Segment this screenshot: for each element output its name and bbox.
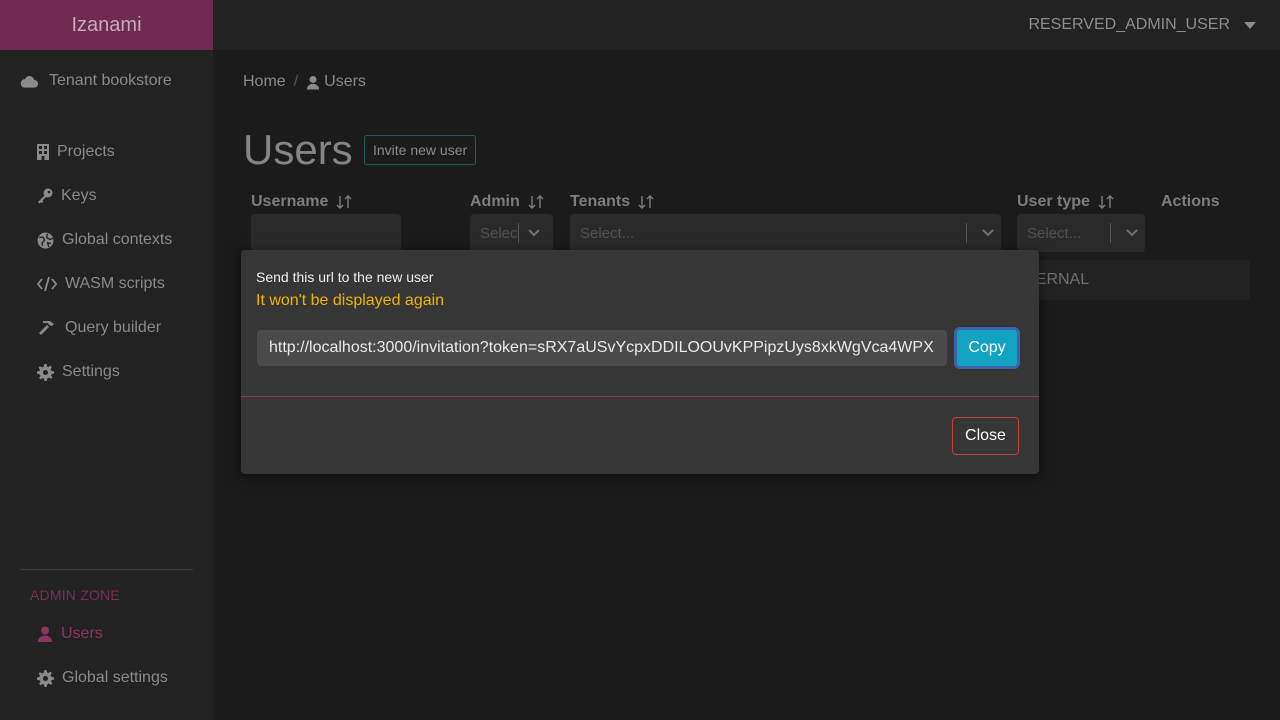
hammer-icon [39, 320, 54, 335]
sort-icon [1098, 195, 1114, 209]
sort-icon [638, 195, 654, 209]
chevron-down-icon[interactable] [975, 229, 1001, 237]
chevron-down-icon[interactable] [1119, 229, 1145, 237]
user-icon [307, 75, 320, 89]
breadcrumb-home[interactable]: Home [243, 73, 286, 91]
sidebar-item-users[interactable]: Users [37, 612, 168, 656]
sidebar-item-label: Global contexts [62, 231, 173, 248]
chevron-down-icon[interactable] [521, 229, 547, 237]
username-filter-input[interactable] [251, 214, 401, 252]
breadcrumb-separator: / [293, 73, 299, 90]
user-icon [38, 626, 52, 642]
sidebar-item-label: Settings [62, 363, 120, 380]
user-type-filter-select[interactable]: Select... [1017, 214, 1145, 252]
sidebar-item-label: WASM scripts [65, 275, 165, 292]
select-divider [518, 223, 519, 243]
column-header-tenants[interactable]: Tenants [570, 193, 654, 211]
code-icon [37, 276, 57, 292]
sidebar-item-global-contexts[interactable]: Global contexts [37, 218, 172, 262]
page-title: Users [243, 126, 353, 173]
column-label: User type [1017, 193, 1090, 210]
sidebar-nav: Projects Keys Global contexts WASM scrip… [37, 130, 172, 394]
select-placeholder: Select... [480, 224, 518, 242]
invite-new-user-button[interactable]: Invite new user [364, 135, 477, 165]
column-header-admin[interactable]: Admin [470, 193, 544, 211]
select-divider [1110, 223, 1111, 243]
admin-nav: Users Global settings [37, 612, 168, 700]
sidebar-item-settings[interactable]: Settings [37, 350, 172, 394]
sort-icon [336, 195, 352, 209]
gear-icon [37, 669, 54, 687]
tenants-filter-select[interactable]: Select... [570, 214, 1001, 252]
building-icon [37, 144, 49, 160]
column-label: Admin [470, 193, 520, 210]
close-button[interactable]: Close [952, 417, 1019, 455]
sidebar: Tenant bookstore Projects Keys Global co… [0, 50, 213, 720]
column-label: Tenants [570, 193, 631, 210]
select-divider [966, 223, 967, 243]
sidebar-item-keys[interactable]: Keys [37, 174, 172, 218]
brand-logo[interactable]: Izanami [0, 0, 213, 50]
caret-down-icon [1244, 21, 1256, 29]
breadcrumb-current: Users [324, 73, 366, 90]
sidebar-item-label: Users [61, 625, 103, 642]
column-label: Actions [1161, 193, 1220, 210]
copy-button[interactable]: Copy [954, 327, 1020, 369]
tenant-selector[interactable]: Tenant bookstore [20, 72, 172, 90]
sidebar-item-label: Query builder [65, 319, 162, 336]
key-icon [38, 188, 53, 204]
sidebar-item-query-builder[interactable]: Query builder [37, 306, 172, 350]
sidebar-item-global-settings[interactable]: Global settings [37, 656, 168, 700]
invitation-url-input[interactable] [257, 330, 947, 366]
user-name: RESERVED_ADMIN_USER [1028, 16, 1230, 33]
admin-filter-select[interactable]: Select... [470, 214, 553, 252]
user-menu[interactable]: RESERVED_ADMIN_USER [1028, 0, 1256, 50]
table-row: TERNAL [1010, 260, 1250, 300]
sidebar-item-projects[interactable]: Projects [37, 130, 172, 174]
tenant-name: Tenant bookstore [49, 72, 172, 89]
modal-title: Send this url to the new user [256, 269, 434, 285]
select-placeholder: Select... [1027, 224, 1082, 242]
column-header-username[interactable]: Username [251, 193, 352, 211]
select-placeholder: Select... [580, 224, 635, 242]
sidebar-item-wasm-scripts[interactable]: WASM scripts [37, 262, 172, 306]
sidebar-item-label: Projects [57, 143, 115, 160]
sort-icon [528, 195, 544, 209]
column-label: Username [251, 193, 329, 210]
admin-zone-title: ADMIN ZONE [30, 587, 120, 603]
sidebar-divider [20, 569, 193, 570]
breadcrumb: Home / Users [243, 73, 366, 91]
sidebar-item-label: Keys [61, 187, 97, 204]
sidebar-item-label: Global settings [62, 669, 168, 686]
column-header-actions: Actions [1161, 193, 1220, 211]
cloud-icon [20, 76, 39, 88]
column-header-user-type[interactable]: User type [1017, 193, 1114, 211]
modal-divider [241, 396, 1039, 397]
globe-icon [37, 232, 54, 248]
top-bar: Izanami RESERVED_ADMIN_USER [0, 0, 1280, 50]
gear-icon [37, 363, 54, 381]
modal-warning: It won't be displayed again [256, 292, 445, 309]
invitation-modal: Send this url to the new user It won't b… [241, 250, 1039, 474]
